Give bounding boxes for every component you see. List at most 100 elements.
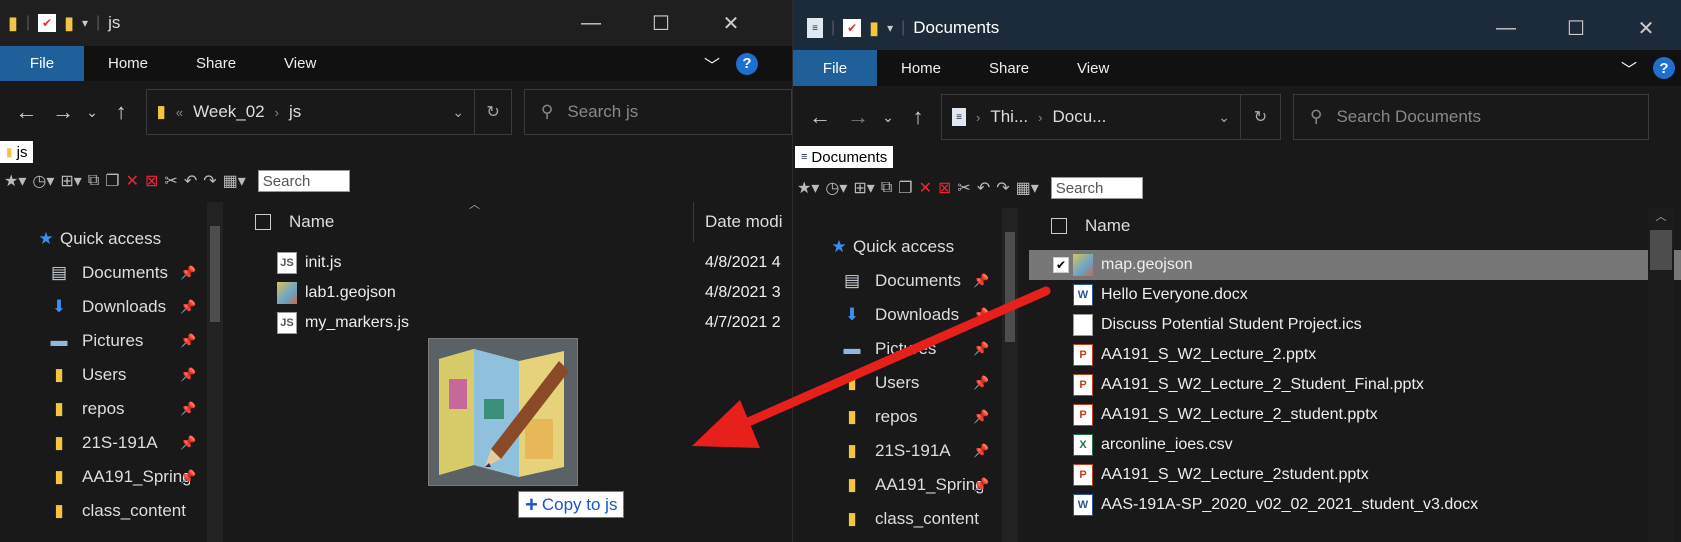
file-scroll-thumb[interactable] <box>1650 230 1672 270</box>
breadcrumb-overflow[interactable]: « <box>176 105 183 120</box>
file-row[interactable]: Xarconline_ioes.csv <box>1029 430 1681 460</box>
sidebar-item-class-content[interactable]: ▮ class_content <box>0 494 215 528</box>
delete-icon[interactable]: ✕ <box>919 178 932 198</box>
properties-icon[interactable]: ✔ <box>843 19 862 37</box>
maximize-button[interactable]: ☐ <box>1541 0 1611 56</box>
scroll-up-icon[interactable]: ︿ <box>1648 208 1674 224</box>
breadcrumb-this-pc[interactable]: Thi... <box>990 107 1028 127</box>
history-icon[interactable]: ◷▾ <box>32 171 54 191</box>
sidebar-item-pictures[interactable]: ▬ Pictures 📌 <box>0 324 215 358</box>
sidebar-item-repos[interactable]: ▮ repos 📌 <box>793 400 1008 434</box>
pin-icon[interactable]: 📌 <box>973 375 989 391</box>
toolbar-search-input[interactable]: Search <box>1050 177 1143 199</box>
refresh-button[interactable]: ↻ <box>475 89 512 135</box>
tab-home[interactable]: Home <box>84 46 172 81</box>
search-input[interactable]: ⚲ Search js <box>523 89 792 135</box>
pin-icon[interactable]: 📌 <box>180 333 196 349</box>
file-row[interactable]: lab1.geojson 4/8/2021 3 <box>233 278 792 308</box>
tab-file[interactable]: File <box>793 50 877 86</box>
nav-scrollbar[interactable] <box>1002 208 1018 542</box>
sidebar-item-21s-191a[interactable]: ▮ 21S-191A 📌 <box>0 426 215 460</box>
nav-scroll-thumb[interactable] <box>1005 232 1015 342</box>
pin-icon[interactable]: 📌 <box>973 443 989 459</box>
file-row[interactable]: Discuss Potential Student Project.ics <box>1029 310 1681 340</box>
chevron-down-icon[interactable]: ﹀ <box>704 52 720 76</box>
sidebar-item-aa191-spring[interactable]: ▮ AA191_Spring 📌 <box>0 460 215 494</box>
maximize-button[interactable]: ☐ <box>626 0 696 46</box>
help-icon[interactable]: ? <box>1653 57 1675 79</box>
chevron-down-icon[interactable]: ▾ <box>887 21 893 35</box>
cut-icon[interactable]: ✂ <box>164 171 177 191</box>
file-row[interactable]: P AA191_S_W2_Lecture_2_Student_Final.pptx <box>1029 370 1681 400</box>
tab-home[interactable]: Home <box>877 50 965 86</box>
redo-icon[interactable]: ↷ <box>203 171 216 191</box>
pin-icon[interactable]: 📌 <box>180 265 196 281</box>
file-row[interactable]: P AA191_S_W2_Lecture_2student.pptx <box>1029 460 1681 490</box>
up-button[interactable]: ↑ <box>103 99 140 125</box>
pin-icon[interactable]: 📌 <box>973 341 989 357</box>
undo-icon[interactable]: ↶ <box>184 171 197 191</box>
title-bar[interactable]: ≡ | ✔ ▮ ▾ | Documents — ☐ ✕ <box>793 0 1681 56</box>
copy-icon[interactable]: ⧉ <box>881 179 892 197</box>
sidebar-item-downloads[interactable]: ⬇ Downloads 📌 <box>0 290 215 324</box>
column-name[interactable]: Name <box>289 212 334 232</box>
cut-icon[interactable]: ✂ <box>957 178 970 198</box>
forward-button[interactable]: → <box>45 99 82 125</box>
properties-icon[interactable]: ✔ <box>38 14 57 32</box>
crumb-tab[interactable]: ▮ js <box>0 141 34 163</box>
recent-locations-button[interactable]: ⌄ <box>82 104 103 121</box>
pin-icon[interactable]: 📌 <box>973 273 989 289</box>
row-checkbox[interactable]: ✔ <box>1053 257 1069 273</box>
refresh-button[interactable]: ↻ <box>1241 94 1281 140</box>
recent-locations-button[interactable]: ⌄ <box>877 109 899 126</box>
view-icon[interactable]: ▦▾ <box>1016 178 1039 198</box>
star-icon[interactable]: ★▾ <box>797 178 819 198</box>
sidebar-item-aa191-spring[interactable]: ▮ AA191_Spring 📌 <box>793 468 1008 502</box>
delete-all-icon[interactable]: ⊠ <box>145 171 158 191</box>
file-row[interactable]: ✔ map.geojson <box>1029 250 1681 280</box>
move-icon[interactable]: ❐ <box>105 171 119 191</box>
chevron-down-icon[interactable]: ▾ <box>82 16 88 30</box>
file-row[interactable]: W Hello Everyone.docx <box>1029 280 1681 310</box>
windows-icon[interactable]: ⊞▾ <box>853 178 874 198</box>
back-button[interactable]: ← <box>801 104 839 130</box>
close-button[interactable]: ✕ <box>696 0 766 46</box>
new-folder-icon[interactable]: ▮ <box>64 13 74 34</box>
sidebar-item-users[interactable]: ▮ Users 📌 <box>0 358 215 392</box>
breadcrumb-documents[interactable]: Docu... <box>1052 107 1106 127</box>
chevron-down-icon[interactable]: ⌄ <box>452 104 464 121</box>
title-bar[interactable]: ▮ | ✔ ▮ ▾ | js — ☐ ✕ <box>0 0 792 46</box>
sidebar-item-quick-access[interactable]: ★ Quick access <box>0 222 215 256</box>
sidebar-item-quick-access[interactable]: ★ Quick access <box>793 230 1008 264</box>
address-bar[interactable]: ≡ › Thi... › Docu... ⌄ <box>941 94 1241 140</box>
new-folder-icon[interactable]: ▮ <box>869 18 879 39</box>
minimize-button[interactable]: — <box>556 0 626 46</box>
copy-icon[interactable]: ⧉ <box>88 172 99 190</box>
column-name[interactable]: Name <box>1085 216 1130 236</box>
tab-share[interactable]: Share <box>965 50 1053 86</box>
undo-icon[interactable]: ↶ <box>977 178 990 198</box>
file-row[interactable]: P AA191_S_W2_Lecture_2_student.pptx <box>1029 400 1681 430</box>
pin-icon[interactable]: 📌 <box>973 307 989 323</box>
sidebar-item-documents[interactable]: ▤ Documents 📌 <box>0 256 215 290</box>
pin-icon[interactable]: 📌 <box>180 367 196 383</box>
pin-icon[interactable]: 📌 <box>973 477 989 493</box>
forward-button[interactable]: → <box>839 104 877 130</box>
pin-icon[interactable]: 📌 <box>973 409 989 425</box>
select-all-checkbox[interactable] <box>1051 218 1067 234</box>
close-button[interactable]: ✕ <box>1611 0 1681 56</box>
sidebar-item-21s-191a[interactable]: ▮ 21S-191A 📌 <box>793 434 1008 468</box>
windows-icon[interactable]: ⊞▾ <box>60 171 81 191</box>
nav-scrollbar[interactable] <box>207 202 223 542</box>
breadcrumb-js[interactable]: js <box>289 102 301 122</box>
file-scrollbar[interactable]: ︿ <box>1648 208 1674 542</box>
sidebar-item-repos[interactable]: ▮ repos 📌 <box>0 392 215 426</box>
redo-icon[interactable]: ↷ <box>996 178 1009 198</box>
pin-icon[interactable]: 📌 <box>180 299 196 315</box>
column-divider[interactable] <box>693 202 694 242</box>
file-row[interactable]: W AAS-191A-SP_2020_v02_02_2021_student_v3… <box>1029 490 1681 520</box>
pin-icon[interactable]: 📌 <box>180 401 196 417</box>
sidebar-item-class-content[interactable]: ▮ class_content <box>793 502 1008 536</box>
delete-icon[interactable]: ✕ <box>126 171 139 191</box>
toolbar-search-input[interactable]: Search <box>257 170 350 192</box>
